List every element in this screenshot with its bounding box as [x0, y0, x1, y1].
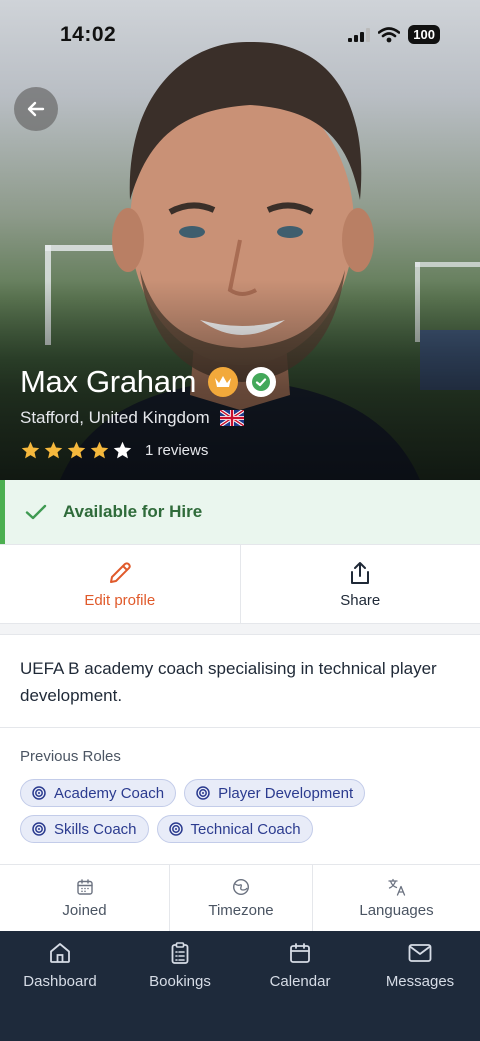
nav-dashboard-label: Dashboard — [23, 973, 97, 990]
star-icon — [21, 441, 40, 459]
status-time: 14:02 — [60, 23, 117, 46]
tab-languages[interactable]: Languages — [312, 865, 480, 931]
role-chip-label: Technical Coach — [190, 820, 301, 838]
back-button[interactable] — [14, 87, 58, 131]
status-bar: 14:02 100 — [0, 0, 480, 70]
bio-section: UEFA B academy coach specialising in tec… — [0, 634, 480, 728]
tab-joined-label: Joined — [62, 901, 107, 919]
nav-bookings-label: Bookings — [149, 973, 211, 990]
rating-row: 1 reviews — [20, 440, 208, 461]
home-icon — [50, 943, 70, 963]
star-icon — [44, 441, 63, 459]
profile-location: Stafford, United Kingdom — [20, 408, 210, 427]
tab-languages-label: Languages — [359, 901, 434, 919]
bottom-navigation: Dashboard Bookings Calendar Messages — [0, 931, 480, 1041]
wifi-icon — [378, 26, 401, 42]
target-icon — [32, 786, 46, 800]
globe-icon — [232, 878, 250, 895]
availability-label: Available for Hire — [63, 502, 203, 521]
share-button[interactable]: Share — [239, 545, 480, 623]
share-icon — [351, 561, 370, 584]
tab-joined[interactable]: Joined — [0, 865, 169, 931]
signal-icon — [348, 27, 371, 42]
role-chip: Academy Coach — [20, 779, 177, 807]
crown-icon — [208, 367, 239, 397]
profile-location-row: Stafford, United Kingdom — [20, 408, 244, 428]
availability-banner: Available for Hire — [0, 480, 480, 544]
star-icon — [67, 441, 86, 459]
profile-name-row: Max Graham — [20, 364, 277, 400]
check-icon — [25, 504, 47, 520]
calendar-icon — [290, 943, 310, 963]
star-icon — [90, 441, 109, 459]
translate-icon — [387, 878, 405, 896]
edit-profile-label: Edit profile — [84, 591, 156, 609]
share-label: Share — [340, 591, 381, 609]
target-icon — [196, 786, 210, 800]
star-icon — [113, 441, 132, 459]
pencil-icon — [109, 561, 131, 583]
role-chip-label: Player Development — [218, 784, 354, 802]
previous-roles-title: Previous Roles — [20, 748, 121, 765]
envelope-icon — [408, 944, 432, 962]
role-chip: Technical Coach — [156, 815, 313, 843]
arrow-left-icon — [27, 101, 45, 117]
profile-name: Max Graham — [20, 364, 197, 399]
status-icons: 100 — [348, 25, 440, 44]
target-icon — [168, 822, 183, 836]
battery-indicator: 100 — [408, 25, 440, 44]
nav-calendar[interactable]: Calendar — [240, 941, 360, 1041]
edit-profile-button[interactable]: Edit profile — [0, 545, 240, 623]
nav-messages[interactable]: Messages — [360, 941, 480, 1041]
role-chip: Player Development — [184, 779, 366, 807]
profile-actions: Edit profile Share — [0, 544, 480, 624]
nav-calendar-label: Calendar — [269, 973, 331, 990]
previous-roles-section: Previous Roles Academy Coach Player Deve… — [0, 728, 480, 865]
nav-bookings[interactable]: Bookings — [120, 941, 240, 1041]
role-chip: Skills Coach — [20, 815, 149, 843]
role-chips: Academy Coach Player Development Skills … — [20, 779, 380, 843]
role-chip-label: Skills Coach — [54, 820, 137, 838]
role-chip-label: Academy Coach — [54, 784, 165, 802]
profile-info-tabs: Joined Timezone Languages — [0, 865, 480, 931]
nav-dashboard[interactable]: Dashboard — [0, 941, 120, 1041]
uk-flag-icon — [219, 410, 244, 426]
bio-text: UEFA B academy coach specialising in tec… — [20, 659, 437, 705]
reviews-count[interactable]: 1 reviews — [145, 442, 208, 459]
target-icon — [32, 822, 46, 836]
tab-timezone[interactable]: Timezone — [169, 865, 312, 931]
verified-icon — [246, 367, 277, 397]
clipboard-icon — [171, 942, 189, 964]
nav-messages-label: Messages — [385, 973, 455, 990]
tab-timezone-label: Timezone — [208, 901, 274, 919]
calendar-icon — [76, 878, 93, 895]
